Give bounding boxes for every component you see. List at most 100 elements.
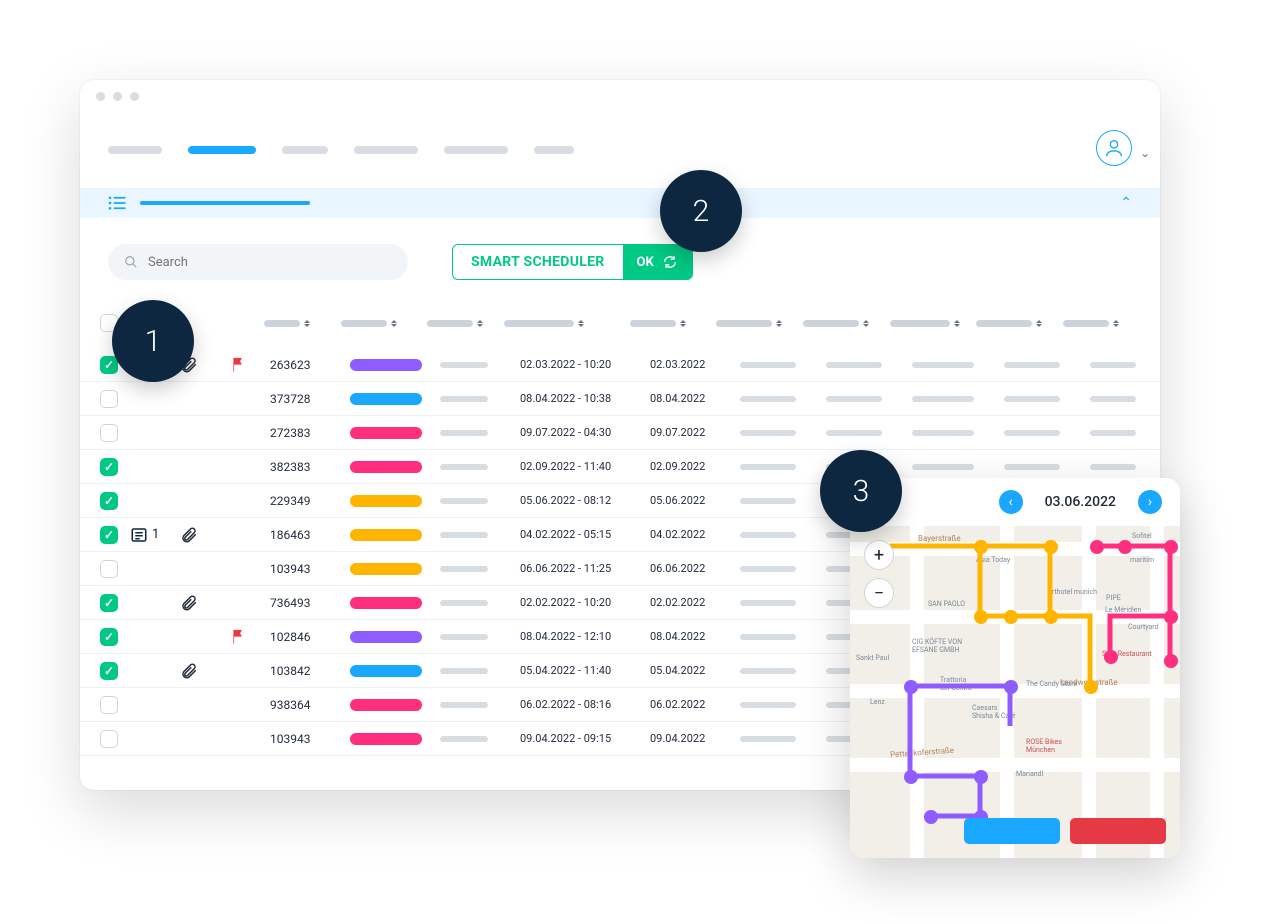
list-icon [108,196,126,210]
refresh-icon [662,254,678,270]
scheduler-ok-button[interactable]: OK [623,245,692,279]
zoom-in-button[interactable]: + [864,540,894,570]
cell-placeholder [1090,396,1136,402]
row-id: 229349 [270,494,350,508]
search-box[interactable] [108,244,408,280]
row-datetime: 05.06.2022 - 08:12 [520,494,650,507]
nav-item[interactable] [282,146,328,154]
cell-placeholder [740,396,796,402]
cell-placeholder [912,464,974,470]
row-checkbox[interactable] [100,560,118,578]
cell-placeholder [440,634,488,640]
row-date: 08.04.2022 [650,392,740,405]
cell-placeholder [1004,464,1060,470]
cell-placeholder [1090,362,1136,368]
status-tag [350,495,422,507]
row-checkbox[interactable] [100,492,118,510]
cell-placeholder [440,600,488,606]
attachment-icon [180,594,198,612]
row-date: 06.02.2022 [650,698,740,711]
row-datetime: 06.02.2022 - 08:16 [520,698,650,711]
table-row[interactable]: 263623 02.03.2022 - 10:20 02.03.2022 [80,348,1160,382]
avatar-caret-icon[interactable]: ⌄ [1140,146,1150,160]
row-datetime: 02.09.2022 - 11:40 [520,460,650,473]
row-checkbox[interactable] [100,730,118,748]
sort-icon[interactable] [954,318,960,328]
row-id: 103943 [270,732,350,746]
row-date: 06.06.2022 [650,562,740,575]
row-datetime: 08.04.2022 - 10:38 [520,392,650,405]
row-id: 103842 [270,664,350,678]
collapse-caret-icon[interactable]: ⌃ [1120,195,1132,211]
row-datetime: 02.02.2022 - 10:20 [520,596,650,609]
search-input[interactable] [148,255,392,270]
cell-placeholder [912,362,974,368]
status-tag [350,393,422,405]
cell-placeholder [826,362,882,368]
zoom-out-button[interactable]: − [864,578,894,608]
section-title-placeholder [140,201,310,205]
row-checkbox[interactable] [100,696,118,714]
cell-placeholder [440,566,488,572]
sort-icon[interactable] [304,318,310,328]
row-checkbox[interactable] [100,662,118,680]
row-checkbox[interactable] [100,390,118,408]
row-date: 05.06.2022 [650,494,740,507]
row-checkbox[interactable] [100,424,118,442]
sort-icon[interactable] [578,318,584,328]
sort-icon[interactable] [776,318,782,328]
cell-placeholder [912,396,974,402]
sort-icon[interactable] [1036,318,1042,328]
row-checkbox[interactable] [100,526,118,544]
nav-item-active[interactable] [188,146,256,154]
smart-scheduler-button[interactable]: SMART SCHEDULER OK [452,244,693,280]
map-primary-button[interactable] [964,818,1060,844]
attachment-icon [180,662,198,680]
map-danger-button[interactable] [1070,818,1166,844]
cell-placeholder [440,532,488,538]
row-checkbox[interactable] [100,628,118,646]
sort-icon[interactable] [680,318,686,328]
row-date: 09.04.2022 [650,732,740,745]
date-next-button[interactable]: › [1138,490,1162,514]
flag-icon [230,628,248,646]
table-row[interactable]: 272383 09.07.2022 - 04:30 09.07.2022 [80,416,1160,450]
cell-placeholder [440,464,488,470]
window-controls [96,92,139,101]
cell-placeholder [740,498,796,504]
sort-icon[interactable] [1113,318,1119,328]
nav-item[interactable] [354,146,418,154]
table-row[interactable]: 373728 08.04.2022 - 10:38 08.04.2022 [80,382,1160,416]
map-date: 03.06.2022 [1045,494,1116,510]
search-icon [124,255,138,269]
cell-placeholder [1090,430,1136,436]
cell-placeholder [440,430,488,436]
user-avatar[interactable] [1096,130,1132,166]
user-icon [1103,137,1125,159]
row-checkbox[interactable] [100,594,118,612]
sort-icon[interactable] [391,318,397,328]
nav-item[interactable] [444,146,508,154]
cell-placeholder [740,702,796,708]
row-datetime: 04.02.2022 - 05:15 [520,528,650,541]
nav-item[interactable] [534,146,574,154]
cell-placeholder [740,736,796,742]
status-tag [350,733,422,745]
sort-icon[interactable] [863,318,869,328]
row-checkbox[interactable] [100,458,118,476]
row-datetime: 08.04.2022 - 12:10 [520,630,650,643]
row-id: 373728 [270,392,350,406]
status-tag [350,461,422,473]
sort-icon[interactable] [477,318,483,328]
window-dot [96,92,105,101]
note-icon: 1 [130,526,159,544]
date-prev-button[interactable]: ‹ [999,490,1023,514]
cell-placeholder [440,702,488,708]
status-tag [350,427,422,439]
cell-placeholder [912,430,974,436]
nav-item[interactable] [108,146,162,154]
cell-placeholder [740,362,796,368]
map-canvas[interactable]: Bayerstraße Landwehrstraße Pettenkoferst… [850,526,1180,858]
status-tag [350,529,422,541]
cell-placeholder [1004,430,1060,436]
